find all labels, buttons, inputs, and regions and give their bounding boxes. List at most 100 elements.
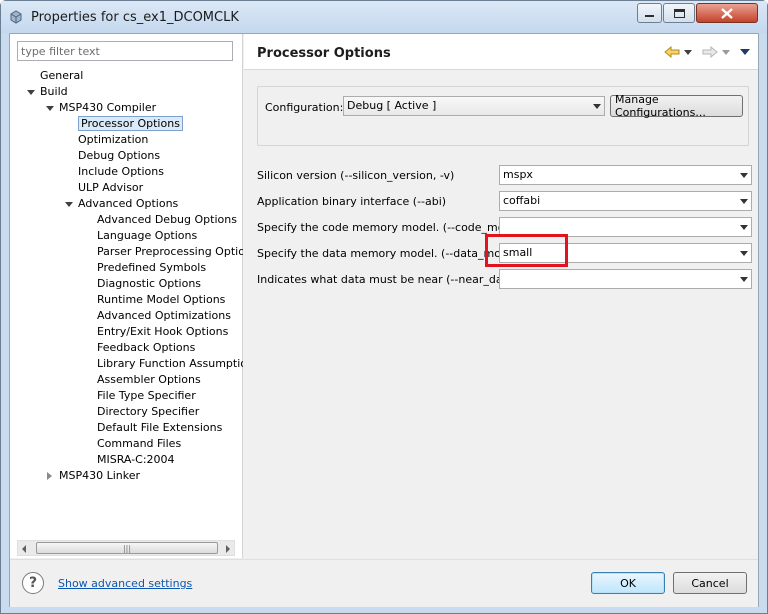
tree-item-label: Debug Options <box>78 149 161 162</box>
properties-dialog: Properties for cs_ex1_DCOMCLK General Bui… <box>0 0 768 614</box>
tree-item[interactable]: MSP430 Linker <box>47 468 140 484</box>
help-icon[interactable]: ? <box>22 572 44 594</box>
tree-item[interactable]: Advanced Options <box>65 196 179 212</box>
tree-item-label: Default File Extensions <box>97 421 223 434</box>
tree-item[interactable]: Directory Specifier <box>97 404 199 420</box>
maximize-button[interactable] <box>663 3 695 23</box>
scroll-left-icon[interactable] <box>22 545 26 553</box>
back-arrow-icon[interactable] <box>664 46 680 58</box>
close-icon <box>721 7 733 19</box>
settings-tree: General Build MSP430 Compiler Processor Opt… <box>10 67 243 537</box>
tree-item[interactable]: Feedback Options <box>97 340 195 356</box>
tree-item[interactable]: Command Files <box>97 436 181 452</box>
tree-item[interactable]: Advanced Debug Options <box>97 212 237 228</box>
app-icon <box>10 10 22 24</box>
forward-history-dropdown-icon[interactable] <box>722 49 730 55</box>
dialog-client-area: General Build MSP430 Compiler Processor Opt… <box>9 33 759 607</box>
page-title: Processor Options <box>257 46 391 61</box>
expanded-twisty-icon[interactable] <box>46 106 54 111</box>
cancel-button[interactable]: Cancel <box>673 572 747 594</box>
option-select[interactable]: coffabi <box>499 191 752 211</box>
forward-arrow-icon[interactable] <box>702 46 718 58</box>
tree-item-label: Predefined Symbols <box>97 261 207 274</box>
tree-item-label: File Type Specifier <box>97 389 196 402</box>
page-navigation <box>664 46 750 58</box>
tree-item[interactable]: File Type Specifier <box>97 388 196 404</box>
tree-item[interactable]: Parser Preprocessing Option <box>97 244 243 260</box>
tree-item[interactable]: Default File Extensions <box>97 420 222 436</box>
maximize-icon <box>673 8 685 18</box>
scroll-right-icon[interactable] <box>226 545 230 553</box>
option-value: mspx <box>503 168 533 181</box>
scrollbar-thumb[interactable]: ||| <box>36 542 218 554</box>
tree-item[interactable]: General <box>40 68 83 84</box>
expanded-twisty-icon[interactable] <box>27 90 35 95</box>
close-button[interactable] <box>696 3 758 23</box>
tree-item-label: Language Options <box>97 229 198 242</box>
tree-item[interactable]: MSP430 Compiler <box>46 100 156 116</box>
property-page: Processor Options Configuration: Debug [… <box>244 34 758 558</box>
ok-button[interactable]: OK <box>591 572 665 594</box>
tree-item-label: Advanced Options <box>78 197 179 210</box>
chevron-down-icon <box>740 251 748 256</box>
chevron-down-icon <box>740 277 748 282</box>
dialog-button-bar: ? Show advanced settings OK Cancel <box>10 559 758 607</box>
tree-item-label: Processor Options <box>78 116 183 131</box>
tree-item[interactable]: Processor Options <box>78 116 183 132</box>
tree-item[interactable]: Include Options <box>78 164 164 180</box>
tree-item[interactable]: MISRA-C:2004 <box>97 452 175 468</box>
tree-item[interactable]: Assembler Options <box>97 372 201 388</box>
tree-item-label: ULP Advisor <box>78 181 144 194</box>
tree-item[interactable]: Entry/Exit Hook Options <box>97 324 228 340</box>
tree-item-label: General <box>40 69 84 82</box>
show-advanced-settings-link[interactable]: Show advanced settings <box>58 577 192 590</box>
navigation-pane: General Build MSP430 Compiler Processor Opt… <box>10 34 243 558</box>
tree-item[interactable]: ULP Advisor <box>78 180 143 196</box>
tree-horizontal-scrollbar[interactable]: ||| <box>17 540 235 556</box>
tree-item[interactable]: Advanced Optimizations <box>97 308 231 324</box>
option-select[interactable]: mspx <box>499 165 752 185</box>
tree-item[interactable]: Predefined Symbols <box>97 260 206 276</box>
option-select[interactable] <box>499 269 752 289</box>
chevron-down-icon <box>740 199 748 204</box>
window-title: Properties for cs_ex1_DCOMCLK <box>31 10 239 25</box>
tree-item[interactable]: Runtime Model Options <box>97 292 225 308</box>
option-label: Specify the data memory model. (--data_m… <box>257 247 515 260</box>
back-history-dropdown-icon[interactable] <box>684 49 692 55</box>
tree-item-label: Command Files <box>97 437 182 450</box>
manage-configurations-button[interactable]: Manage Configurations... <box>610 93 743 119</box>
tree-item-label: MISRA-C:2004 <box>97 453 175 466</box>
tree-item[interactable]: Optimization <box>78 132 148 148</box>
configuration-value: Debug [ Active ] <box>347 99 437 112</box>
tree-item[interactable]: Debug Options <box>78 148 160 164</box>
tree-item-label: Entry/Exit Hook Options <box>97 325 229 338</box>
expanded-twisty-icon[interactable] <box>65 202 73 207</box>
annotation-highlight-box <box>485 234 568 267</box>
tree-item-label: Directory Specifier <box>97 405 200 418</box>
option-value: coffabi <box>503 194 541 207</box>
configuration-label: Configuration: <box>265 101 344 114</box>
tree-item-label: Library Function Assumption <box>97 357 243 370</box>
configuration-select[interactable]: Debug [ Active ] <box>343 96 605 116</box>
collapsed-twisty-icon[interactable] <box>47 472 52 480</box>
tree-item-label: Assembler Options <box>97 373 201 386</box>
option-label: Indicates what data must be near (--near… <box>257 273 518 286</box>
option-label: Silicon version (--silicon_version, -v) <box>257 169 455 182</box>
tree-item-label: Feedback Options <box>97 341 196 354</box>
tree-item[interactable]: Build <box>27 84 68 100</box>
view-menu-icon[interactable] <box>740 49 750 55</box>
minimize-icon <box>645 15 654 17</box>
tree-item[interactable]: Language Options <box>97 228 197 244</box>
filter-input[interactable] <box>17 41 233 61</box>
tree-item-label: Advanced Debug Options <box>97 213 237 226</box>
tree-item-label: Optimization <box>78 133 149 146</box>
tree-item-label: Diagnostic Options <box>97 277 202 290</box>
minimize-button[interactable] <box>637 3 662 23</box>
chevron-down-icon <box>740 173 748 178</box>
tree-item-label: Parser Preprocessing Option <box>97 245 243 258</box>
configuration-group: Configuration: Debug [ Active ] Manage C… <box>257 86 749 146</box>
tree-item[interactable]: Diagnostic Options <box>97 276 201 292</box>
title-bar[interactable]: Properties for cs_ex1_DCOMCLK <box>1 1 767 33</box>
page-header: Processor Options <box>244 34 758 70</box>
tree-item[interactable]: Library Function Assumption <box>97 356 243 372</box>
